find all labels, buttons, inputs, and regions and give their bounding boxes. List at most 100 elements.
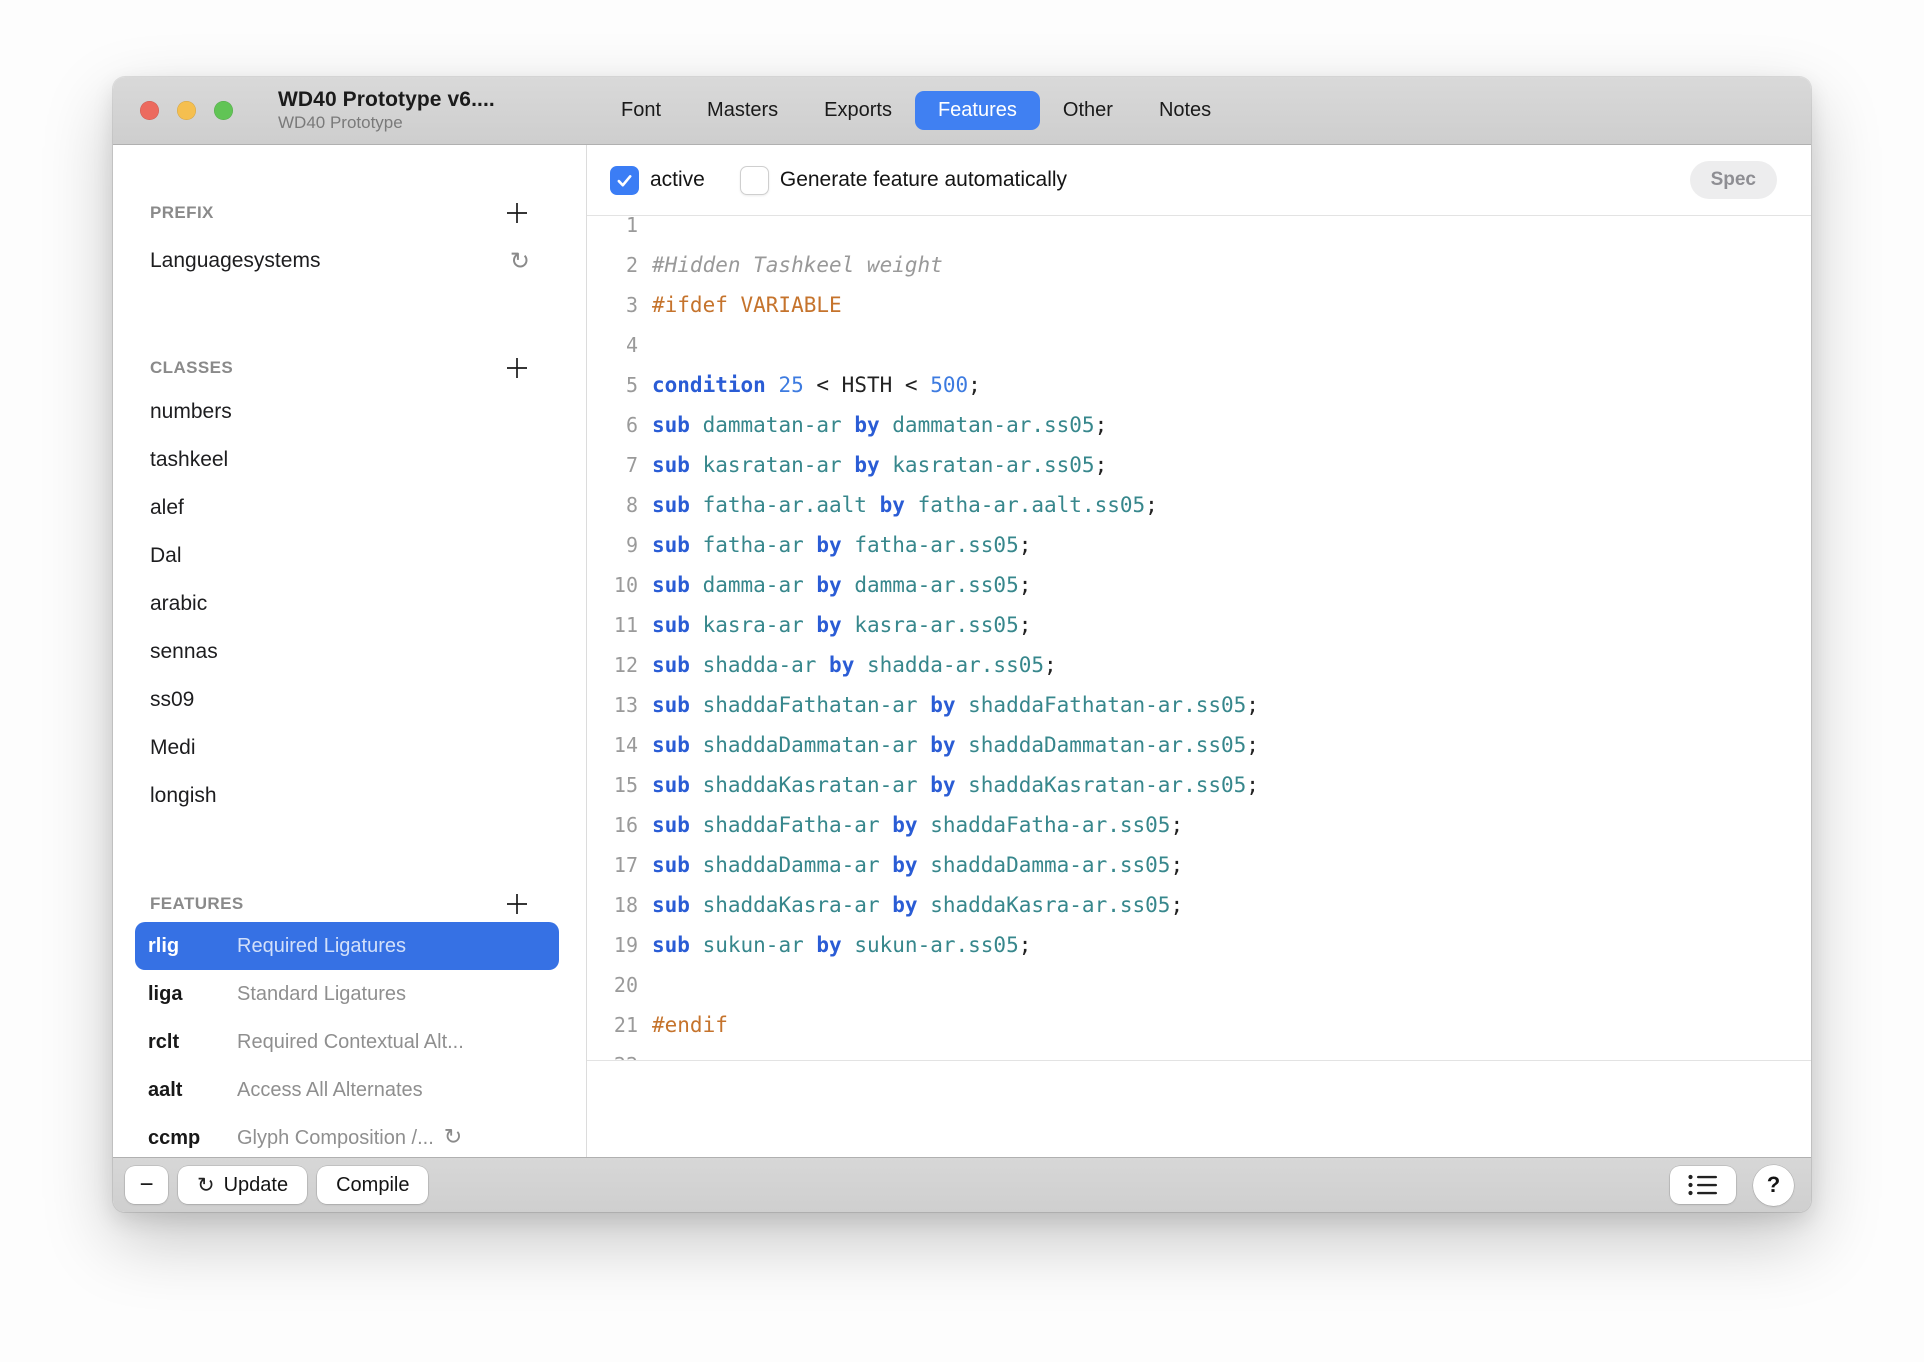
code-line-20[interactable]: 20 [587, 965, 1811, 1005]
code-line-10[interactable]: 10sub damma-ar by damma-ar.ss05; [587, 565, 1811, 605]
code-line-9[interactable]: 9sub fatha-ar by fatha-ar.ss05; [587, 525, 1811, 565]
main-tab-bar: FontMastersExportsFeaturesOtherNotes [598, 91, 1234, 130]
feature-tag: liga [148, 983, 237, 1006]
feature-item-rlig[interactable]: rligRequired Ligatures [135, 922, 559, 970]
code-text: sub shadda-ar by shadda-ar.ss05; [638, 653, 1057, 677]
code-line-21[interactable]: 21#endif [587, 1005, 1811, 1045]
code-line-5[interactable]: 5condition 25 < HSTH < 500; [587, 365, 1811, 405]
code-line-1[interactable]: 1 [587, 216, 1811, 245]
tab-font[interactable]: Font [598, 91, 684, 130]
code-line-3[interactable]: 3#ifdef VARIABLE [587, 285, 1811, 325]
prefix-section-header: PREFIX [150, 201, 530, 225]
classes-list: numberstashkeelalefDalarabicsennasss09Me… [113, 388, 586, 820]
code-text: sub kasra-ar by kasra-ar.ss05; [638, 613, 1031, 637]
line-number: 13 [587, 693, 638, 717]
refresh-icon: ↻ [197, 1173, 215, 1197]
code-line-11[interactable]: 11sub kasra-ar by kasra-ar.ss05; [587, 605, 1811, 645]
code-text: sub damma-ar by damma-ar.ss05; [638, 573, 1031, 597]
list-icon [1686, 1172, 1720, 1198]
feature-label: Required Contextual Alt... [237, 1031, 464, 1054]
line-number: 20 [587, 973, 638, 997]
tab-other[interactable]: Other [1040, 91, 1136, 130]
feature-list-view-button[interactable] [1670, 1166, 1736, 1204]
sidebar-item-arabic[interactable]: arabic [113, 580, 586, 628]
tab-notes[interactable]: Notes [1136, 91, 1234, 130]
app-window: WD40 Prototype v6.... WD40 Prototype Fon… [113, 77, 1811, 1212]
feature-item-rclt[interactable]: rcltRequired Contextual Alt... [135, 1018, 559, 1066]
code-text: sub shaddaDamma-ar by shaddaDamma-ar.ss0… [638, 853, 1183, 877]
zoom-window-icon[interactable] [214, 101, 233, 120]
feature-item-liga[interactable]: ligaStandard Ligatures [135, 970, 559, 1018]
code-line-22[interactable]: 22 [587, 1045, 1811, 1061]
feature-label: Required Ligatures [237, 935, 406, 958]
code-line-18[interactable]: 18sub shaddaKasra-ar by shaddaKasra-ar.s… [587, 885, 1811, 925]
features-header-label: FEATURES [150, 894, 244, 914]
code-line-16[interactable]: 16sub shaddaFatha-ar by shaddaFatha-ar.s… [587, 805, 1811, 845]
feature-item-aalt[interactable]: aaltAccess All Alternates [135, 1066, 559, 1114]
sidebar-item-alef[interactable]: alef [113, 484, 586, 532]
code-line-15[interactable]: 15sub shaddaKasratan-ar by shaddaKasrata… [587, 765, 1811, 805]
sidebar: PREFIX Languagesystems ↻ CLASSES numbers… [113, 145, 587, 1157]
code-line-6[interactable]: 6sub dammatan-ar by dammatan-ar.ss05; [587, 405, 1811, 445]
sidebar-item-medi[interactable]: Medi [113, 724, 586, 772]
body-row: PREFIX Languagesystems ↻ CLASSES numbers… [113, 145, 1811, 1157]
features-section-header: FEATURES [150, 892, 530, 916]
refresh-icon[interactable]: ↻ [510, 249, 530, 273]
sidebar-item-sennas[interactable]: sennas [113, 628, 586, 676]
code-editor[interactable]: 12#Hidden Tashkeel weight3#ifdef VARIABL… [587, 216, 1811, 1061]
add-class-button[interactable] [504, 355, 530, 381]
generate-automatically-checkbox[interactable] [740, 166, 769, 195]
remove-button[interactable]: − [125, 1166, 168, 1204]
add-prefix-button[interactable] [504, 200, 530, 226]
compile-button-label: Compile [336, 1174, 409, 1197]
code-line-12[interactable]: 12sub shadda-ar by shadda-ar.ss05; [587, 645, 1811, 685]
sidebar-item-tashkeel[interactable]: tashkeel [113, 436, 586, 484]
sidebar-item-ss09[interactable]: ss09 [113, 676, 586, 724]
below-code-area [587, 1061, 1811, 1157]
compile-button[interactable]: Compile [317, 1166, 428, 1204]
code-line-2[interactable]: 2#Hidden Tashkeel weight [587, 245, 1811, 285]
code-line-14[interactable]: 14sub shaddaDammatan-ar by shaddaDammata… [587, 725, 1811, 765]
sidebar-item-numbers[interactable]: numbers [113, 388, 586, 436]
tab-masters[interactable]: Masters [684, 91, 801, 130]
minus-icon: − [139, 1171, 153, 1199]
code-line-19[interactable]: 19sub sukun-ar by sukun-ar.ss05; [587, 925, 1811, 965]
tab-exports[interactable]: Exports [801, 91, 915, 130]
code-line-13[interactable]: 13sub shaddaFathatan-ar by shaddaFathata… [587, 685, 1811, 725]
refresh-icon[interactable]: ↻ [444, 1127, 462, 1149]
line-number: 7 [587, 453, 638, 477]
code-line-8[interactable]: 8sub fatha-ar.aalt by fatha-ar.aalt.ss05… [587, 485, 1811, 525]
feature-item-ccmp[interactable]: ccmpGlyph Composition /...↻ [135, 1114, 559, 1157]
code-content: 12#Hidden Tashkeel weight3#ifdef VARIABL… [587, 216, 1811, 1061]
sidebar-item-dal[interactable]: Dal [113, 532, 586, 580]
tab-features[interactable]: Features [915, 91, 1040, 130]
help-button[interactable]: ? [1753, 1165, 1794, 1206]
update-button-label: Update [224, 1174, 289, 1197]
line-number: 8 [587, 493, 638, 517]
code-line-7[interactable]: 7sub kasratan-ar by kasratan-ar.ss05; [587, 445, 1811, 485]
classes-section-header: CLASSES [150, 356, 530, 380]
line-number: 5 [587, 373, 638, 397]
minimize-window-icon[interactable] [177, 101, 196, 120]
plus-icon [504, 891, 530, 917]
line-number: 14 [587, 733, 638, 757]
title-bar: WD40 Prototype v6.... WD40 Prototype Fon… [113, 77, 1811, 145]
code-line-17[interactable]: 17sub shaddaDamma-ar by shaddaDamma-ar.s… [587, 845, 1811, 885]
code-line-4[interactable]: 4 [587, 325, 1811, 365]
features-list: rligRequired LigaturesligaStandard Ligat… [113, 922, 586, 1157]
feature-label: Access All Alternates [237, 1079, 423, 1102]
line-number: 18 [587, 893, 638, 917]
line-number: 19 [587, 933, 638, 957]
spec-button[interactable]: Spec [1690, 161, 1777, 199]
checkmark-icon [615, 171, 634, 190]
close-window-icon[interactable] [140, 101, 159, 120]
traffic-lights [140, 101, 233, 120]
update-button[interactable]: ↻ Update [178, 1166, 307, 1204]
sidebar-item-languagesystems[interactable]: Languagesystems ↻ [150, 239, 530, 283]
toolbar-right: ? [1670, 1165, 1794, 1206]
sidebar-item-longish[interactable]: longish [113, 772, 586, 820]
line-number: 3 [587, 293, 638, 317]
add-feature-button[interactable] [504, 891, 530, 917]
active-checkbox[interactable] [610, 166, 639, 195]
line-number: 6 [587, 413, 638, 437]
